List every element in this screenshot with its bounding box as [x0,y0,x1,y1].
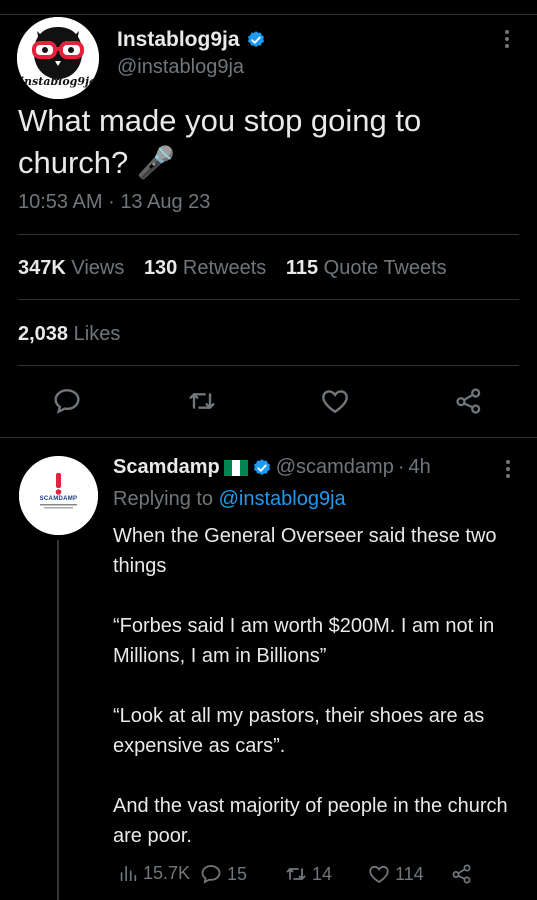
heart-icon [322,390,348,414]
tweet-date: 13 Aug 23 [120,191,211,213]
reply-header: Scamdamp @scamdamp · 4h [113,456,431,479]
likes-stat[interactable]: 2,038 Likes [18,323,120,346]
reply-retweets-count: 14 [312,863,333,884]
reply-icon [201,865,221,884]
views-button[interactable]: 15.7K [117,862,190,884]
replying-to: Replying to @instablog9ja [113,488,346,511]
divider [18,234,519,235]
reply-likes-count: 114 [395,863,424,884]
thread-line [57,540,59,900]
divider [18,365,519,366]
reply-views-count: 15.7K [143,862,191,883]
author-name[interactable]: Instablog9ja [117,28,240,52]
author-avatar[interactable]: instablog9ja [17,17,99,99]
heart-icon [369,865,389,884]
retweet-icon [286,868,306,880]
views-stat[interactable]: 347K Views [18,257,124,279]
likes-count: 2,038 [18,323,69,345]
views-label: Views [71,257,125,279]
reply-replies-count: 15 [227,863,248,884]
reply-text: When the General Overseer said these two… [113,521,513,881]
quote-tweets-stat[interactable]: 115 Quote Tweets [286,257,447,279]
reply-paragraph: And the vast majority of people in the c… [113,795,508,847]
quotes-count: 115 [285,257,319,279]
reply-author-name[interactable]: Scamdamp [113,456,220,479]
date-separator: · [108,191,115,213]
reply-like-button[interactable]: 114 [367,862,424,886]
retweet-icon [189,393,215,409]
views-count: 347K [18,257,66,279]
retweets-label: Retweets [182,257,267,279]
reply-icon [54,389,80,414]
tweet-time: 10:53 AM [18,191,103,213]
divider [18,299,519,300]
reply-paragraph: “Forbes said I am worth $200M. I am not … [113,615,495,667]
nigeria-flag-icon [223,459,248,476]
retweet-button[interactable] [186,385,218,417]
replying-handle-link[interactable]: @instablog9ja [219,488,346,510]
verified-badge-icon [253,458,270,475]
reply-paragraph: When the General Overseer said these two… [113,525,497,577]
reply-button[interactable] [51,385,83,417]
share-button[interactable] [453,385,485,417]
verified-badge-icon [247,31,264,48]
share-icon [452,864,471,884]
author-handle[interactable]: @instablog9ja [117,56,244,79]
avatar-caption: instablog9ja [19,75,97,88]
reply-actions: 15.7K 15 14 114 [113,862,533,890]
divider [0,437,537,438]
top-divider [0,14,537,15]
reply-author-handle[interactable]: @scamdamp [276,456,394,479]
reply-share-button[interactable] [450,862,474,886]
retweets-stat[interactable]: 130 Retweets [144,257,266,279]
reply-paragraph: “Look at all my pastors, their shoes are… [113,705,485,757]
reply-avatar-text: SCAMDAMP [39,496,78,502]
quotes-label: Quote Tweets [323,257,447,279]
time-separator: · [397,456,405,478]
like-button[interactable] [319,385,351,417]
likes-label: Likes [73,323,121,345]
tweet-text: What made you stop going to church? 🎤 [18,103,422,180]
retweets-count: 130 [143,257,178,279]
replying-prefix: Replying to [113,488,214,510]
reply-time[interactable]: 4h [409,456,431,479]
tweet-actions [0,385,537,421]
views-icon [120,865,137,882]
reply-author-avatar[interactable]: SCAMDAMP [19,456,98,535]
more-options-icon[interactable] [499,28,515,52]
reply-reply-button[interactable]: 15 [199,862,247,886]
reply-retweet-button[interactable]: 14 [284,862,332,886]
author-name-row[interactable]: Instablog9ja [117,28,266,52]
tweet-timestamp[interactable]: 10:53 AM · 13 Aug 23 [18,191,210,214]
share-icon [456,388,481,414]
engagement-stats: 347K Views 130 Retweets 115 Quote Tweets [18,257,461,280]
reply-more-options-icon[interactable] [500,458,516,482]
